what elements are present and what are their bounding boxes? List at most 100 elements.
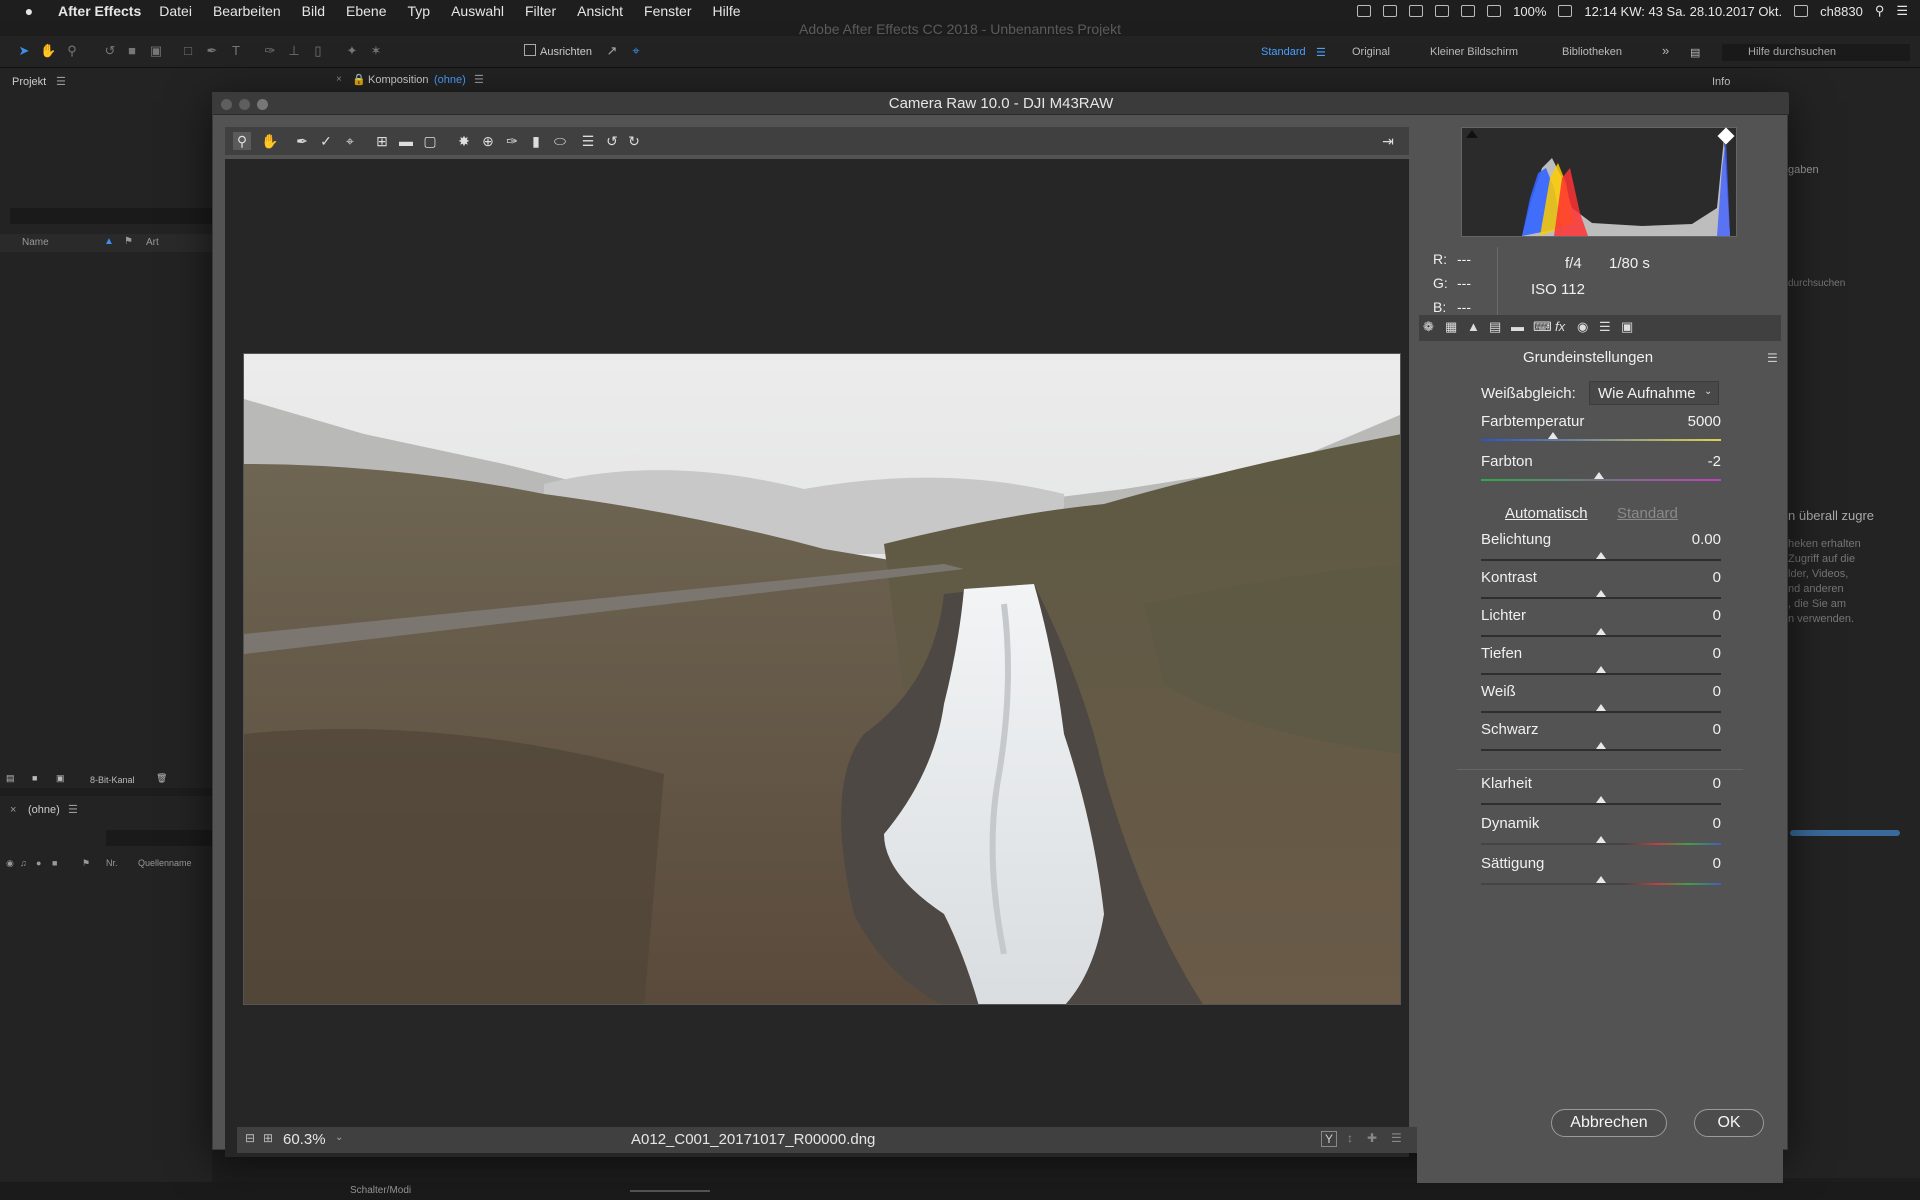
column-art[interactable]: Art [146, 237, 159, 248]
wifi-icon[interactable] [1461, 5, 1476, 17]
new-comp-icon[interactable]: ▣ [56, 773, 65, 784]
menu-datei[interactable]: Datei [159, 3, 192, 19]
red-eye-icon[interactable]: ⊕ [479, 132, 497, 150]
workspace-libraries[interactable]: Bibliotheken [1562, 46, 1622, 58]
project-tab[interactable]: Projekt [12, 76, 46, 88]
slider-thumb[interactable] [1596, 590, 1606, 597]
shape-tool-icon[interactable]: □ [180, 44, 196, 58]
solo-icon[interactable]: ● [36, 858, 41, 868]
farbton-slider[interactable] [1481, 472, 1721, 481]
label-tag-icon[interactable]: ⚑ [124, 236, 133, 247]
snap-points-icon[interactable]: ⌖ [628, 44, 644, 58]
zoom-level[interactable]: 60.3% [283, 1131, 326, 1148]
notification-center-icon[interactable]: ☰ [1896, 3, 1908, 19]
preview-prefs-icon[interactable]: ☰ [1391, 1131, 1402, 1145]
comp-tab[interactable]: Komposition [368, 74, 429, 86]
slider-thumb[interactable] [1596, 876, 1606, 883]
belichtung-value[interactable]: 0.00 [1661, 531, 1721, 548]
delete-icon[interactable]: 🗑 [156, 773, 167, 784]
brush-tool-icon[interactable]: ✑ [262, 44, 278, 58]
copy-settings-icon[interactable]: ✚ [1367, 1131, 1377, 1145]
ok-button[interactable]: OK [1694, 1109, 1764, 1137]
zoom-slider[interactable] [630, 1190, 710, 1192]
rotate-tool-icon[interactable]: ↺ [102, 44, 118, 58]
hand-tool-icon[interactable]: ✋ [261, 132, 279, 150]
column-nr[interactable]: Nr. [106, 858, 118, 868]
timeline-close-icon[interactable]: × [10, 804, 16, 816]
selection-tool-icon[interactable]: ➤ [16, 44, 32, 58]
lens-tab-icon[interactable]: ⌨ [1533, 319, 1552, 335]
graduated-filter-icon[interactable]: ▮ [527, 132, 545, 150]
color-sampler-icon[interactable]: ✓ [317, 132, 335, 150]
menu-auswahl[interactable]: Auswahl [451, 3, 504, 19]
zoom-tool-icon[interactable]: ⚲ [233, 132, 251, 150]
pan-behind-tool-icon[interactable]: ▣ [148, 44, 164, 58]
panel-menu-icon[interactable]: ☰ [1767, 351, 1778, 365]
battery-app-icon[interactable] [1435, 5, 1450, 17]
slider-thumb[interactable] [1548, 432, 1558, 439]
menu-bild[interactable]: Bild [302, 3, 325, 19]
comp-tab-name[interactable]: (ohne) [434, 74, 466, 86]
menu-hilfe[interactable]: Hilfe [713, 3, 741, 19]
column-name[interactable]: Name [22, 237, 49, 248]
spotlight-icon[interactable]: ⚲ [1875, 3, 1885, 19]
targeted-adjustment-icon[interactable]: ⌖ [341, 132, 359, 150]
klarheit-value[interactable]: 0 [1661, 775, 1721, 792]
puppet-tool-icon[interactable]: ✶ [368, 44, 384, 58]
spot-removal-icon[interactable]: ✸ [455, 132, 473, 150]
lock-icon[interactable]: ■ [52, 858, 57, 868]
drive-icon[interactable] [1409, 5, 1424, 17]
camera-calibration-tab-icon[interactable]: ◉ [1577, 319, 1588, 335]
slider-thumb[interactable] [1596, 704, 1606, 711]
lichter-slider[interactable] [1481, 628, 1721, 637]
slider-thumb[interactable] [1593, 472, 1604, 479]
menu-typ[interactable]: Typ [408, 3, 431, 19]
zoom-out-icon[interactable]: ⊟ [245, 1131, 255, 1145]
interpret-footage-icon[interactable]: ▤ [6, 773, 15, 784]
dynamik-value[interactable]: 0 [1661, 815, 1721, 832]
weiss-slider[interactable] [1481, 704, 1721, 713]
detail-tab-icon[interactable]: ▲ [1467, 319, 1480, 334]
zoom-in-icon[interactable]: ⊞ [263, 1131, 273, 1145]
roto-tool-icon[interactable]: ✦ [344, 44, 360, 58]
tone-curve-tab-icon[interactable]: ▦ [1445, 319, 1457, 335]
zoom-window-icon[interactable] [257, 99, 268, 110]
accessibility-icon[interactable] [1357, 5, 1372, 17]
workspace-original[interactable]: Original [1352, 46, 1390, 58]
eraser-tool-icon[interactable]: ▯ [310, 44, 326, 58]
fullscreen-icon[interactable]: ⇥ [1379, 132, 1397, 150]
timeline-navigator[interactable] [1790, 830, 1900, 836]
new-folder-icon[interactable]: ■ [32, 773, 37, 783]
slider-thumb[interactable] [1596, 742, 1606, 749]
apple-menu-icon[interactable]: ● [18, 3, 40, 19]
transform-tool-icon[interactable]: ▢ [421, 132, 439, 150]
white-balance-tool-icon[interactable]: ✒ [293, 132, 311, 150]
hsl-tab-icon[interactable]: ▤ [1489, 319, 1501, 335]
minimize-window-icon[interactable] [239, 99, 250, 110]
slider-thumb[interactable] [1596, 836, 1606, 843]
timeline-tab-menu-icon[interactable]: ☰ [68, 803, 78, 816]
adjustment-brush-icon[interactable]: ✑ [503, 132, 521, 150]
battery-icon[interactable] [1558, 5, 1573, 17]
clock[interactable]: 12:14 KW: 43 Sa. 28.10.2017 Okt. [1584, 4, 1782, 19]
menu-fenster[interactable]: Fenster [644, 3, 691, 19]
comp-tab-menu-icon[interactable]: ☰ [474, 73, 484, 86]
visibility-icon[interactable]: ◉ [6, 858, 14, 869]
effects-tab-icon[interactable]: fx [1555, 319, 1565, 334]
pen-tool-icon[interactable]: ✒ [204, 44, 220, 58]
panel-layout-icon[interactable]: ▤ [1690, 46, 1700, 59]
rotate-left-icon[interactable]: ↺ [603, 132, 621, 150]
type-tool-icon[interactable]: T [228, 44, 244, 58]
snapshots-tab-icon[interactable]: ▣ [1621, 319, 1633, 335]
sort-ascending-icon[interactable]: ▲ [104, 236, 114, 247]
preferences-icon[interactable]: ☰ [579, 132, 597, 150]
kontrast-slider[interactable] [1481, 590, 1721, 599]
label-icon[interactable]: ⚑ [82, 858, 90, 869]
schalter-modi-toggle[interactable]: Schalter/Modi [350, 1185, 411, 1196]
project-search-input[interactable] [10, 208, 212, 224]
workspace-menu-icon[interactable]: ☰ [1316, 46, 1326, 59]
slider-thumb[interactable] [1596, 666, 1606, 673]
radial-filter-icon[interactable]: ⬭ [551, 132, 569, 150]
straighten-tool-icon[interactable]: ▬ [397, 132, 415, 150]
tiefen-value[interactable]: 0 [1661, 645, 1721, 662]
